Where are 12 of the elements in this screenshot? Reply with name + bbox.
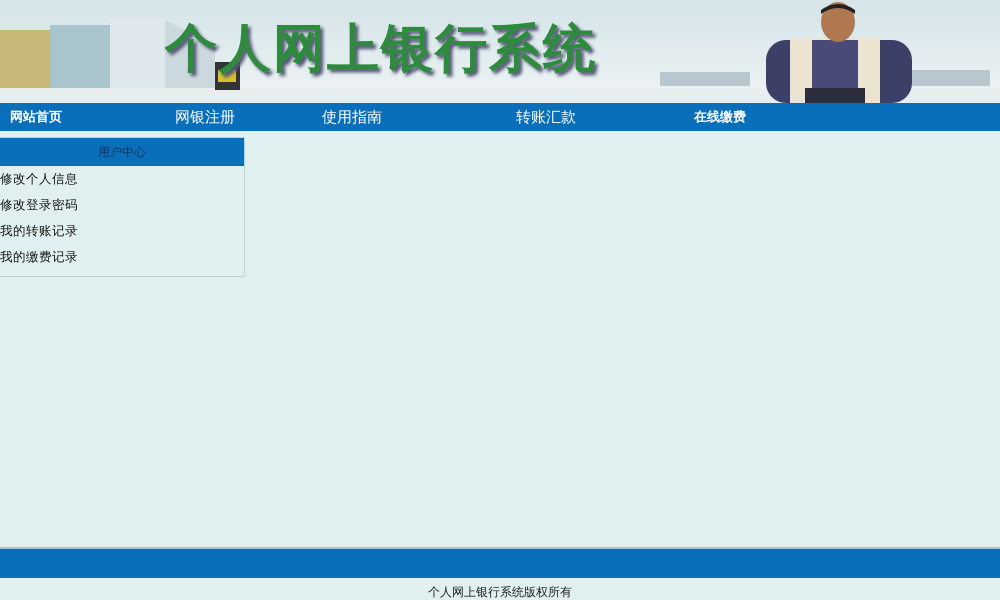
nav-link[interactable]: 使用指南 [322,108,382,126]
nav-link[interactable]: 网站首页 [10,108,62,126]
nav-link[interactable]: 在线缴费 [694,108,746,126]
sidebar-link[interactable]: 我的转账记录 [0,218,244,244]
sidebar-link[interactable]: 我的缴费记录 [0,244,244,270]
sidebar-title: 用户中心 [0,138,244,166]
nav-link[interactable]: 网银注册 [175,108,235,126]
site-title: 个人网上银行系统 [165,17,597,81]
nav-link[interactable]: 转账汇款 [516,108,576,126]
sidebar-link[interactable]: 修改个人信息 [0,166,244,192]
copyright-text: 个人网上银行系统版权所有 [428,584,572,600]
sidebar-link[interactable]: 修改登录密码 [0,192,244,218]
